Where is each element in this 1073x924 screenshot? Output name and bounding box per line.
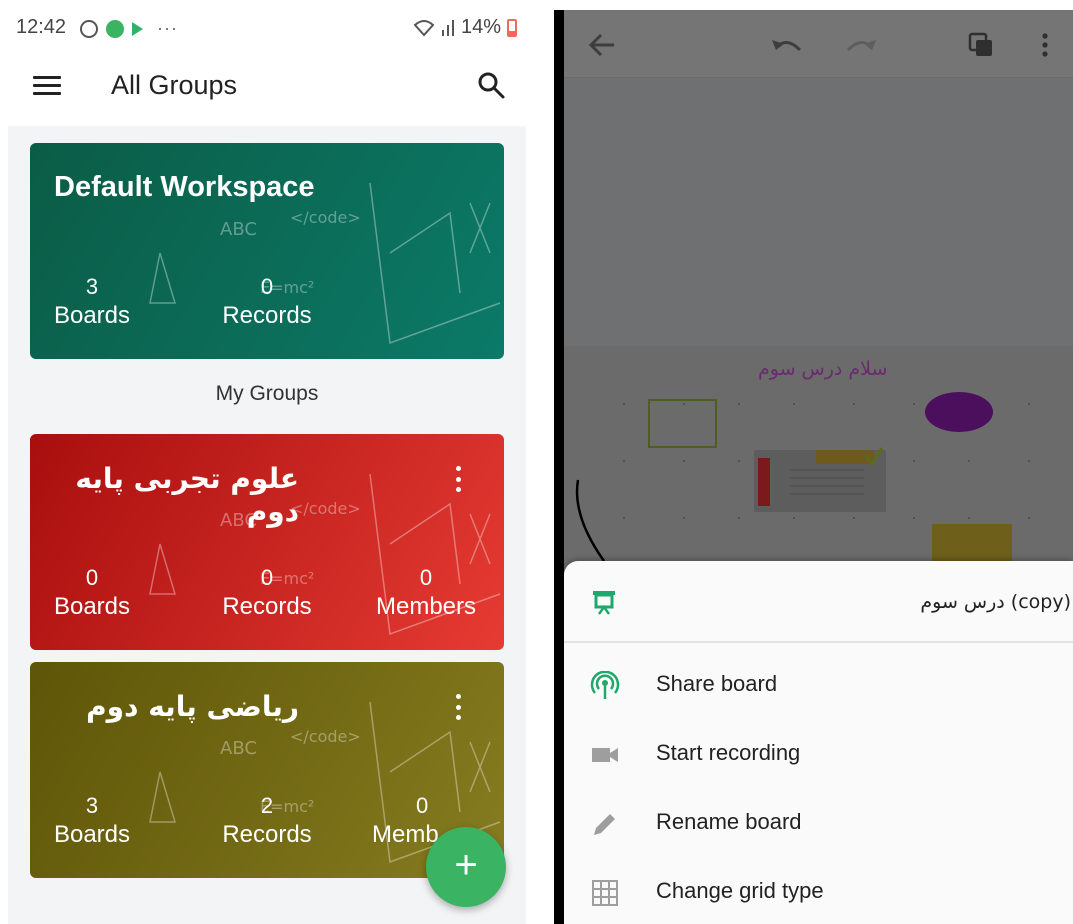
- records-label: Records: [222, 821, 312, 848]
- records-stat: 2 Records: [220, 792, 314, 850]
- start-recording-label: Start recording: [656, 740, 801, 765]
- board-title: سلام درس سوم: [758, 358, 888, 380]
- app-bar: All Groups: [0, 56, 533, 118]
- records-stat: 0 Records: [220, 273, 314, 331]
- change-grid-type-item[interactable]: Change grid type: [564, 858, 1073, 924]
- change-grid-type-label: Change grid type: [656, 878, 824, 903]
- play-app-icon: [132, 21, 143, 36]
- board-scrim-top: [564, 78, 1073, 346]
- section-heading: My Groups: [215, 382, 319, 405]
- board-options-sheet: درس سوم (copy) Share board Start recordi…: [564, 561, 1073, 924]
- records-stat: 0 Records: [220, 564, 314, 622]
- boards-label: Boards: [53, 593, 131, 620]
- records-count: 0: [260, 565, 274, 590]
- members-stat: 0 Members: [372, 564, 480, 622]
- records-label: Records: [222, 302, 312, 329]
- boards-stat: 3 Boards: [52, 273, 132, 331]
- svg-text:</code>: </code>: [290, 208, 361, 227]
- grid-icon: [592, 880, 618, 906]
- groups-list: ABC </code> E=mc² Default Workspace 3 Bo…: [8, 126, 526, 924]
- boards-label: Boards: [53, 302, 131, 329]
- boards-count: 3: [85, 274, 99, 299]
- share-board-label: Share board: [656, 671, 778, 696]
- status-time: 12:42: [16, 16, 67, 38]
- back-arrow-icon[interactable]: [588, 32, 616, 58]
- share-board-item[interactable]: Share board: [564, 651, 1073, 719]
- more-options-icon[interactable]: [450, 466, 466, 492]
- menu-icon[interactable]: [33, 76, 61, 96]
- boards-count: 0: [85, 565, 99, 590]
- presentation-board-icon: [593, 591, 615, 615]
- start-recording-item[interactable]: Start recording: [564, 720, 1073, 788]
- members-label: Members: [375, 593, 477, 620]
- status-bar: 12:42 ··· 14%: [0, 0, 533, 56]
- groups-screen: 12:42 ··· 14% All Groups ABC </code> E=m…: [0, 0, 533, 924]
- board-screen: سلام درس سوم درس سوم (copy) Share board: [564, 10, 1073, 924]
- redo-icon[interactable]: [844, 34, 878, 56]
- pencil-icon: [594, 814, 615, 835]
- boards-stat: 3 Boards: [52, 792, 132, 850]
- plus-icon: +: [454, 843, 478, 887]
- more-options-icon[interactable]: [450, 694, 466, 720]
- svg-text:ABC: ABC: [220, 219, 257, 240]
- status-right: 14%: [413, 16, 517, 39]
- video-camera-icon: [592, 748, 618, 762]
- sheet-board-name: درس سوم (copy): [920, 591, 1071, 613]
- sheet-header: درس سوم (copy): [564, 561, 1073, 643]
- members-count: 0: [419, 565, 433, 590]
- card-title: ریاضی پایه دوم: [86, 690, 299, 723]
- card-title: Default Workspace: [54, 171, 315, 203]
- rename-board-item[interactable]: Rename board: [564, 789, 1073, 857]
- signal-icon: [441, 19, 454, 36]
- members-count: 0: [416, 793, 429, 818]
- battery-percent: 14%: [460, 16, 501, 38]
- board-canvas[interactable]: سلام درس سوم: [564, 346, 1073, 576]
- records-count: 0: [260, 274, 274, 299]
- screenshot-divider: [554, 10, 564, 924]
- records-label: Records: [222, 593, 312, 620]
- more-notifications-icon: ···: [157, 18, 178, 38]
- boards-stat: 0 Boards: [52, 564, 132, 622]
- board-toolbar: [564, 10, 1073, 78]
- battery-icon: [507, 18, 517, 37]
- notification-icons: ···: [80, 18, 178, 39]
- boards-label: Boards: [53, 821, 131, 848]
- wifi-icon: [413, 19, 435, 36]
- group-card[interactable]: ABC </code> E=mc² علوم تجربی پایه دوم 0 …: [30, 434, 504, 650]
- members-stat: 0 Memb: [372, 792, 444, 850]
- default-workspace-card[interactable]: ABC </code> E=mc² Default Workspace 3 Bo…: [30, 143, 504, 359]
- records-count: 2: [260, 793, 274, 818]
- card-title: علوم تجربی پایه دوم: [75, 462, 299, 528]
- svg-text:</code>: </code>: [290, 499, 361, 518]
- notification-app-icon: [80, 19, 98, 38]
- svg-text:ABC: ABC: [220, 738, 257, 759]
- add-group-button[interactable]: +: [426, 827, 506, 907]
- boards-count: 3: [85, 793, 99, 818]
- page-title: All Groups: [111, 70, 238, 100]
- svg-text:</code>: </code>: [290, 727, 361, 746]
- rename-board-label: Rename board: [656, 809, 802, 834]
- broadcast-icon: [590, 671, 620, 699]
- chat-app-icon: [106, 19, 124, 38]
- more-vert-icon[interactable]: [1040, 32, 1050, 58]
- search-icon[interactable]: [476, 70, 506, 100]
- pages-icon[interactable]: [968, 32, 994, 58]
- undo-icon[interactable]: [770, 34, 804, 56]
- board-drawing: [575, 392, 1030, 576]
